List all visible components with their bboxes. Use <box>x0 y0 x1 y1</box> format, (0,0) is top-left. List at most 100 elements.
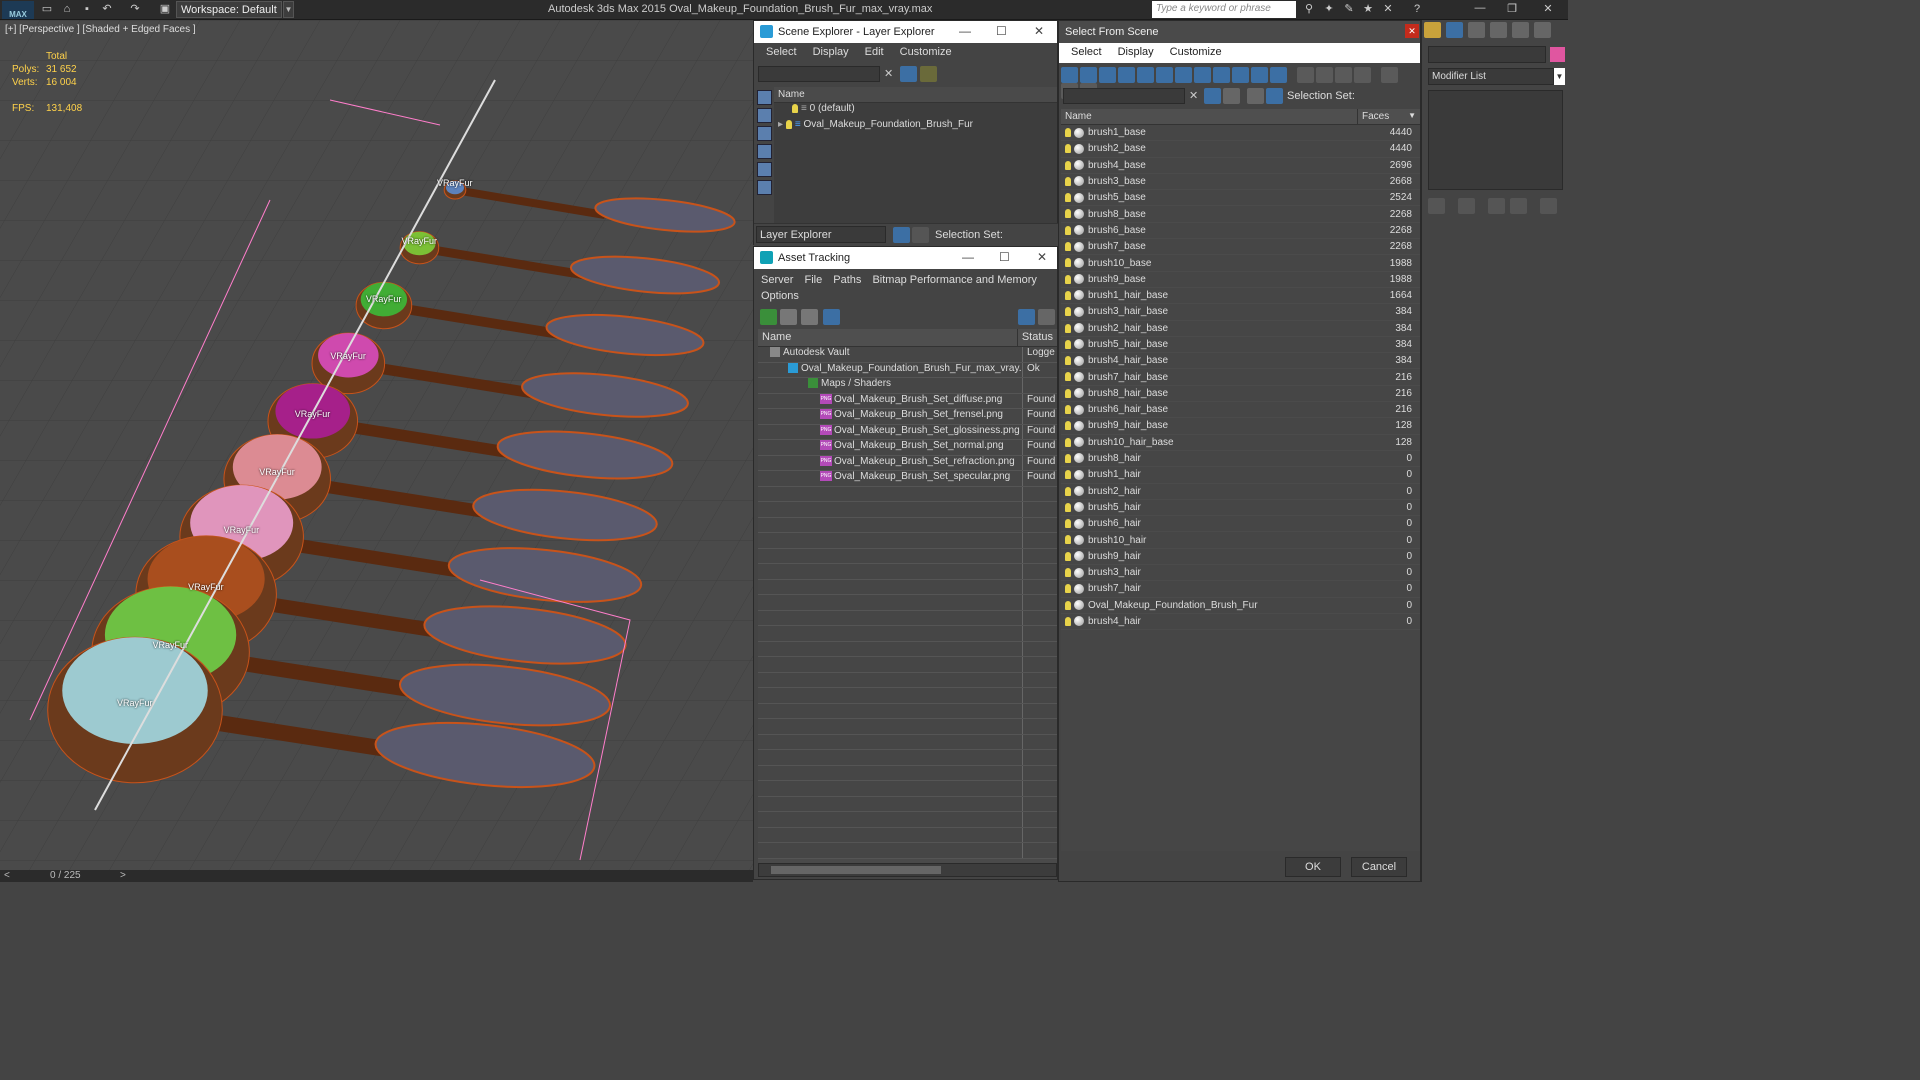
menu-customize[interactable]: Customize <box>892 43 960 63</box>
minimize-button[interactable]: — <box>1470 2 1490 18</box>
filter-icon[interactable] <box>900 66 917 82</box>
lightbulb-icon[interactable] <box>1065 405 1071 415</box>
list-view-icon[interactable] <box>780 309 797 325</box>
vrayfur-label[interactable]: VRayFur <box>401 236 437 246</box>
close-icon[interactable]: ✕ <box>1405 24 1419 38</box>
name-column-header[interactable]: Name <box>1061 109 1358 124</box>
refresh-icon[interactable] <box>760 309 777 325</box>
vrayfur-label[interactable]: VRayFur <box>188 582 224 592</box>
undo-icon[interactable]: ↶ <box>100 3 114 16</box>
filter-lights-icon[interactable] <box>1099 67 1116 83</box>
filter-groups-icon[interactable] <box>1175 67 1192 83</box>
maps-folder-row[interactable]: Maps / Shaders <box>758 378 1057 394</box>
vrayfur-label[interactable]: VRayFur <box>117 698 153 708</box>
menu-select[interactable]: Select <box>758 43 805 63</box>
lightbulb-icon[interactable] <box>1065 600 1071 610</box>
object-row[interactable]: brush7_hair_base 216 <box>1061 369 1420 386</box>
object-row[interactable]: brush10_hair_base 128 <box>1061 435 1420 451</box>
close-x-icon[interactable]: ✕ <box>1381 3 1395 16</box>
lightbulb-icon[interactable] <box>785 119 792 129</box>
invert-selection-icon[interactable] <box>1354 67 1371 83</box>
display-spacewarps-icon[interactable] <box>757 180 772 195</box>
object-row[interactable]: brush10_base 1988 <box>1061 255 1420 272</box>
object-row[interactable]: brush2_base 4440 <box>1061 141 1420 158</box>
object-row[interactable]: brush4_hair 0 <box>1061 614 1420 631</box>
layer-row[interactable]: ≡ 0 (default) <box>774 103 1057 119</box>
menu-display[interactable]: Display <box>805 43 857 63</box>
lightbulb-icon[interactable] <box>1065 519 1071 529</box>
lightbulb-icon[interactable] <box>1065 160 1071 170</box>
asset-status-header[interactable]: Status <box>1018 329 1057 346</box>
favorites-star-icon[interactable]: ★ <box>1361 3 1375 16</box>
object-row[interactable]: brush7_base 2268 <box>1061 239 1420 256</box>
lightbulb-icon[interactable] <box>1065 128 1071 137</box>
perspective-viewport[interactable]: [+] [Perspective ] [Shaded + Edged Faces… <box>0 20 753 870</box>
lightbulb-icon[interactable] <box>1065 486 1071 496</box>
vrayfur-label[interactable]: VRayFur <box>259 467 295 477</box>
utilities-tab-icon[interactable] <box>1534 22 1552 38</box>
display-shapes-icon[interactable] <box>757 108 772 123</box>
vrayfur-label[interactable]: VRayFur <box>437 178 473 188</box>
object-row[interactable]: brush1_hair_base 1664 <box>1061 288 1420 305</box>
object-row[interactable]: brush5_base 2524 <box>1061 190 1420 207</box>
asset-name-header[interactable]: Name <box>758 329 1018 346</box>
scene-file-row[interactable]: Oval_Makeup_Foundation_Brush_Fur_max_vra… <box>758 362 1057 378</box>
lightbulb-icon[interactable] <box>1065 144 1071 154</box>
clear-search-icon[interactable]: ✕ <box>884 67 893 80</box>
display-lights-icon[interactable] <box>757 126 772 141</box>
object-row[interactable]: brush6_hair 0 <box>1061 516 1420 533</box>
menu-bitmap-performance[interactable]: Bitmap Performance and Memory <box>868 274 1040 286</box>
selection-set-icon[interactable] <box>1266 88 1283 104</box>
help-icon[interactable] <box>1018 309 1035 325</box>
lightbulb-icon[interactable] <box>1065 225 1071 235</box>
select-search-input[interactable] <box>1063 88 1185 104</box>
object-row[interactable]: brush5_hair_base 384 <box>1061 337 1420 354</box>
lightbulb-icon[interactable] <box>1065 470 1071 480</box>
vrayfur-label[interactable]: VRayFur <box>153 640 189 650</box>
scene-explorer-name-header[interactable]: Name <box>774 87 1057 103</box>
object-row[interactable]: brush5_hair 0 <box>1061 500 1420 517</box>
asset-row[interactable]: PNG Oval_Makeup_Brush_Set_glossiness.png F… <box>758 424 1057 440</box>
remove-modifier-icon[interactable] <box>1510 198 1528 214</box>
timeline-bar[interactable]: < 0 / 225 > <box>0 870 753 882</box>
asset-row[interactable]: PNG Oval_Makeup_Brush_Set_refraction.png F… <box>758 455 1057 471</box>
lightbulb-icon[interactable] <box>1065 535 1071 545</box>
object-row[interactable]: brush10_hair 0 <box>1061 532 1420 549</box>
scene-explorer-titlebar[interactable]: Scene Explorer - Layer Explorer — ☐ ✕ <box>754 21 1057 43</box>
object-row[interactable]: brush8_base 2268 <box>1061 206 1420 223</box>
cancel-button[interactable]: Cancel <box>1351 857 1407 877</box>
menu-customize[interactable]: Customize <box>1162 43 1230 63</box>
object-row[interactable]: brush6_base 2268 <box>1061 223 1420 240</box>
filter-icon[interactable] <box>1204 88 1221 104</box>
settings-icon[interactable] <box>1038 309 1055 325</box>
select-all-icon[interactable] <box>1316 67 1333 83</box>
object-row[interactable]: Oval_Makeup_Foundation_Brush_Fur 0 <box>1061 598 1420 614</box>
select-from-scene-titlebar[interactable]: Select From Scene ✕ <box>1059 21 1420 43</box>
minimize-icon[interactable]: — <box>959 24 971 38</box>
display-geometry-icon[interactable] <box>757 90 772 105</box>
object-row[interactable]: brush6_hair_base 216 <box>1061 402 1420 419</box>
create-tab-icon[interactable] <box>1424 22 1441 38</box>
asset-tracking-titlebar[interactable]: Asset Tracking — ☐ ✕ <box>754 247 1057 269</box>
lightbulb-icon[interactable] <box>1065 339 1071 349</box>
object-color-swatch[interactable] <box>1550 47 1565 62</box>
modifier-list-dropdown[interactable]: Modifier List <box>1428 68 1554 85</box>
menu-paths[interactable]: Paths <box>829 274 865 286</box>
object-row[interactable]: brush3_hair_base 384 <box>1061 304 1420 321</box>
filter-all-icon[interactable] <box>1297 67 1314 83</box>
display-helpers-icon[interactable] <box>757 162 772 177</box>
object-row[interactable]: brush4_base 2696 <box>1061 158 1420 174</box>
filter-xrefs-icon[interactable] <box>1194 67 1211 83</box>
asset-row[interactable]: PNG Oval_Makeup_Brush_Set_diffuse.png Foun… <box>758 393 1057 409</box>
menu-edit[interactable]: Edit <box>857 43 892 63</box>
lightbulb-icon[interactable] <box>1065 388 1071 398</box>
filter-hidden-icon[interactable] <box>1270 67 1287 83</box>
vrayfur-label[interactable]: VRayFur <box>224 525 260 535</box>
asset-row[interactable]: PNG Oval_Makeup_Brush_Set_specular.png Fou… <box>758 471 1057 487</box>
layer-options-icon[interactable] <box>920 66 937 82</box>
layer-row[interactable]: ▸ ≡ Oval_Makeup_Foundation_Brush_Fur <box>774 119 1057 135</box>
close-button[interactable]: ✕ <box>1538 2 1558 18</box>
object-row[interactable]: brush9_base 1988 <box>1061 272 1420 288</box>
redo-icon[interactable]: ↷ <box>128 3 142 16</box>
lightbulb-icon[interactable] <box>1065 274 1071 284</box>
